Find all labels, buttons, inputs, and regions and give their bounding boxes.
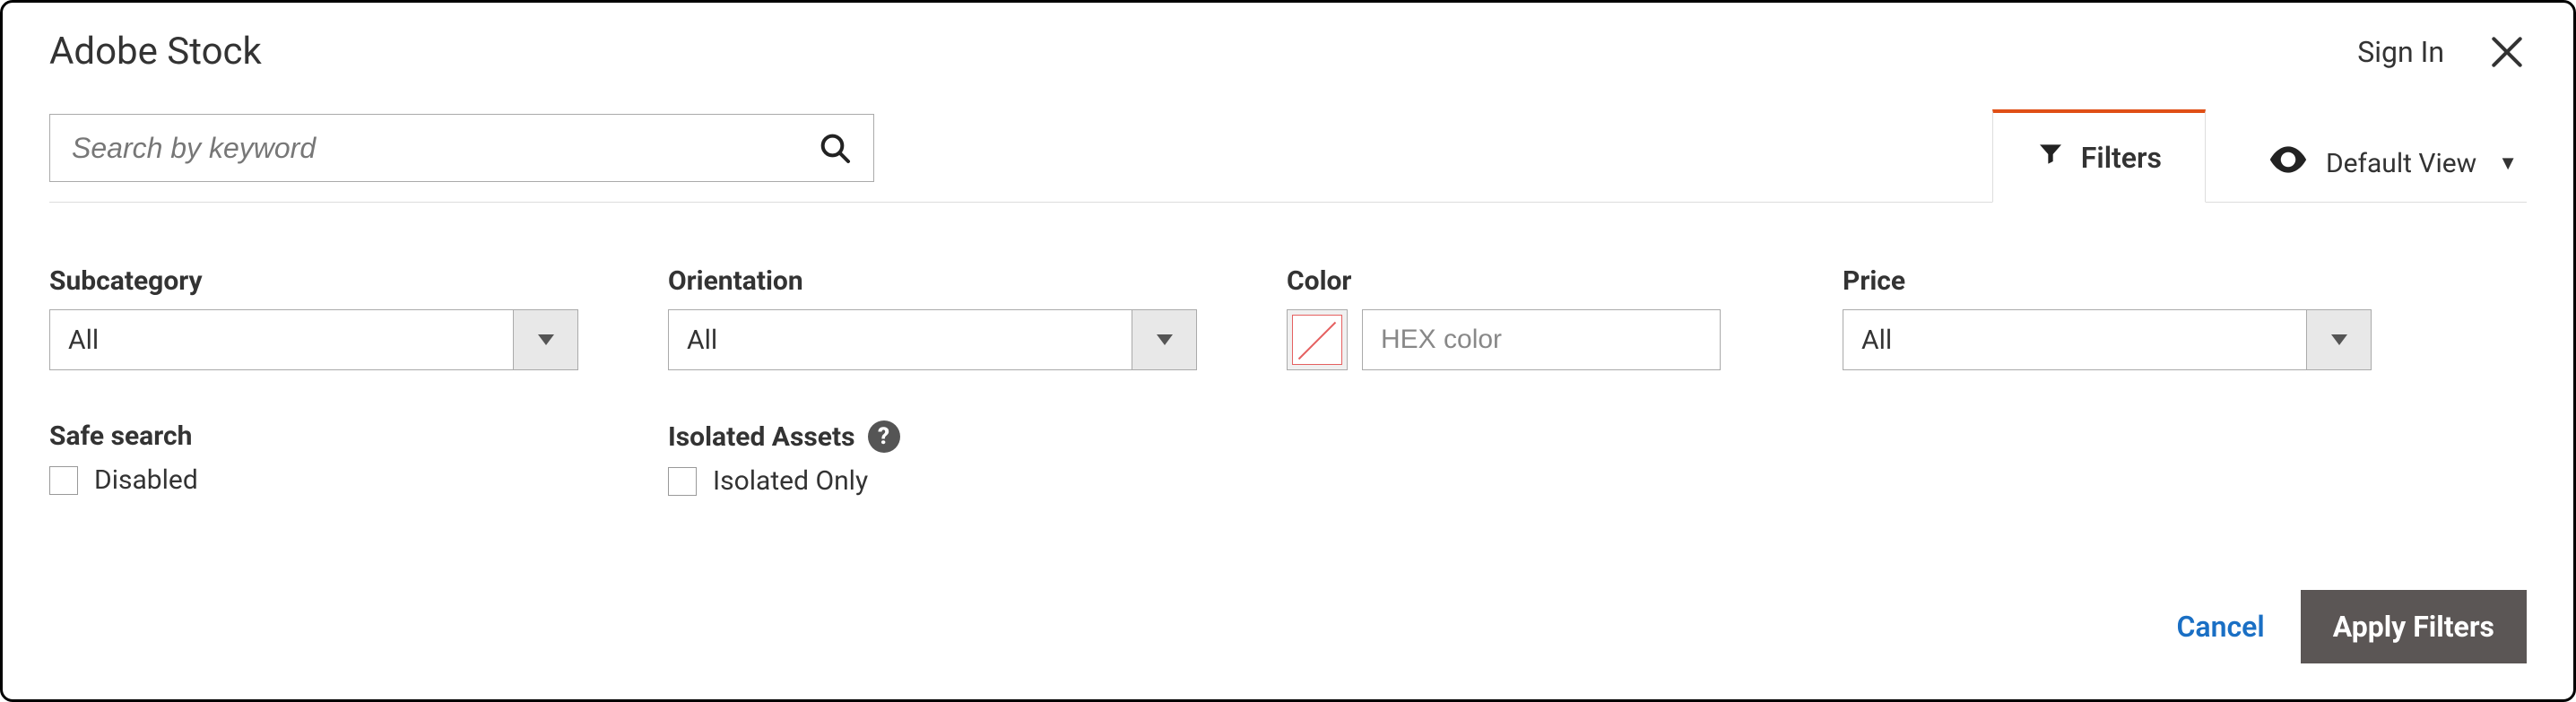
filter-safesearch: Safe search Disabled	[49, 420, 578, 497]
subcategory-dropdown-button[interactable]	[513, 310, 577, 369]
filter-row-2: Safe search Disabled Isolated Assets ? I…	[49, 420, 2527, 497]
price-dropdown-button[interactable]	[2306, 310, 2371, 369]
color-swatch-none[interactable]	[1287, 309, 1348, 370]
header-actions: Sign In	[2357, 32, 2527, 72]
filter-orientation: Orientation All	[668, 265, 1197, 370]
caret-down-icon: ▼	[2498, 152, 2518, 175]
filter-isolated: Isolated Assets ? Isolated Only	[668, 420, 1197, 497]
adobe-stock-panel: Adobe Stock Sign In	[0, 0, 2576, 702]
filter-color: Color	[1287, 265, 1753, 370]
help-icon[interactable]: ?	[868, 420, 900, 453]
filters-tab-label: Filters	[2081, 141, 2162, 175]
isolated-option-label: Isolated Only	[713, 465, 868, 497]
isolated-label-text: Isolated Assets	[668, 421, 855, 453]
subcategory-select[interactable]: All	[49, 309, 578, 370]
price-value: All	[1843, 310, 2306, 369]
price-select[interactable]: All	[1843, 309, 2372, 370]
orientation-label: Orientation	[668, 265, 1197, 297]
subcategory-label: Subcategory	[49, 265, 578, 297]
isolated-checkbox-row[interactable]: Isolated Only	[668, 465, 1197, 497]
apply-filters-button[interactable]: Apply Filters	[2301, 590, 2527, 663]
header: Adobe Stock Sign In	[49, 30, 2527, 74]
search-input[interactable]	[49, 114, 874, 182]
color-label: Color	[1287, 265, 1753, 297]
toolbar: Filters Default View ▼	[49, 109, 2527, 203]
search-icon	[817, 130, 853, 166]
close-icon	[2487, 32, 2527, 72]
search-field-wrap	[49, 114, 874, 182]
orientation-select[interactable]: All	[668, 309, 1197, 370]
safesearch-checkbox-row[interactable]: Disabled	[49, 464, 578, 496]
filter-row-1: Subcategory All Orientation All	[49, 265, 2527, 370]
filter-price: Price All	[1843, 265, 2372, 370]
isolated-checkbox[interactable]	[668, 467, 697, 496]
safesearch-checkbox[interactable]	[49, 466, 78, 495]
view-dropdown[interactable]: Default View ▼	[2268, 144, 2518, 182]
orientation-dropdown-button[interactable]	[1132, 310, 1196, 369]
hex-color-input[interactable]	[1362, 309, 1721, 370]
filters-tab[interactable]: Filters	[1992, 109, 2206, 203]
chevron-down-icon	[538, 334, 554, 345]
close-button[interactable]	[2487, 32, 2527, 72]
page-title: Adobe Stock	[49, 30, 262, 74]
chevron-down-icon	[1157, 334, 1173, 345]
subcategory-value: All	[50, 310, 513, 369]
safesearch-label: Safe search	[49, 420, 578, 452]
chevron-down-icon	[2331, 334, 2347, 345]
search-button[interactable]	[817, 130, 853, 166]
cancel-button[interactable]: Cancel	[2177, 610, 2265, 644]
view-dropdown-label: Default View	[2326, 148, 2476, 179]
eye-icon	[2268, 144, 2308, 182]
orientation-value: All	[669, 310, 1132, 369]
no-color-icon	[1292, 315, 1342, 365]
actions: Cancel Apply Filters	[2177, 590, 2528, 663]
funnel-icon	[2036, 140, 2065, 176]
filter-subcategory: Subcategory All	[49, 265, 578, 370]
safesearch-option-label: Disabled	[94, 464, 198, 496]
filters-body: Subcategory All Orientation All	[49, 203, 2527, 497]
price-label: Price	[1843, 265, 2372, 297]
isolated-label: Isolated Assets ?	[668, 420, 1197, 453]
sign-in-link[interactable]: Sign In	[2357, 35, 2444, 69]
